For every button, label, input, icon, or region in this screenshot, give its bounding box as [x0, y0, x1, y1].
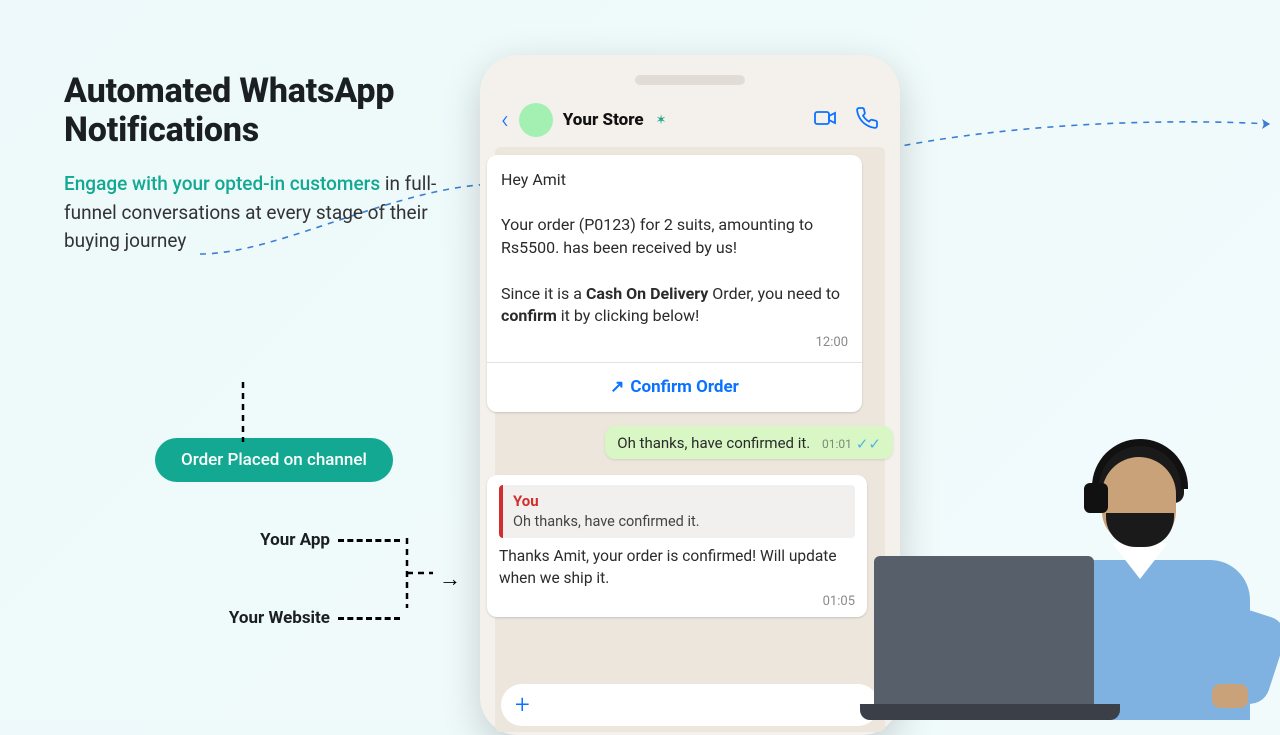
title-line-1: Automated WhatsApp: [64, 71, 394, 111]
laptop-icon: [860, 555, 1120, 720]
chat-title[interactable]: Your Store: [563, 110, 644, 130]
msg-out-text: Oh thanks, have confirmed it.: [617, 434, 810, 452]
msg-out-timestamp: 01:01: [822, 437, 852, 451]
attach-icon[interactable]: +: [515, 690, 530, 720]
msg1-timestamp: 12:00: [501, 334, 848, 352]
back-icon[interactable]: ‹: [501, 105, 509, 135]
connector-to-arrow: [407, 568, 443, 578]
quote-text: Oh thanks, have confirmed it.: [513, 512, 845, 532]
arrow-right-icon: →: [439, 566, 461, 592]
confirm-order-button[interactable]: ↗Confirm Order: [487, 362, 862, 411]
reply-timestamp: 01:05: [499, 593, 855, 611]
phone-mockup: ‹ Your Store ✶ Hey Amit Your order (P012…: [480, 55, 900, 735]
msg1-greeting: Hey Amit: [501, 169, 848, 192]
agent-illustration: [910, 410, 1280, 720]
video-call-icon[interactable]: [813, 106, 837, 134]
hero-text-block: Automated WhatsApp Notifications Engage …: [64, 72, 484, 256]
connector-down: [238, 382, 248, 442]
chat-body: Hey Amit Your order (P0123) for 2 suits,…: [495, 147, 885, 732]
incoming-message-1: Hey Amit Your order (P0123) for 2 suits,…: [487, 155, 862, 412]
quoted-message: You Oh thanks, have confirmed it.: [499, 485, 855, 538]
verified-badge-icon: ✶: [656, 113, 667, 128]
msg1-paragraph-2: Since it is a Cash On Delivery Order, yo…: [501, 283, 848, 328]
channel-web-label: Your Website: [155, 608, 330, 628]
read-receipt-icon: ✓✓: [856, 435, 881, 453]
chat-header: ‹ Your Store ✶: [495, 103, 885, 147]
title-line-2: Notifications: [64, 110, 259, 150]
phone-speaker: [635, 75, 745, 85]
quote-author: You: [513, 491, 845, 512]
subtitle-highlight: Engage with your opted-in customers: [64, 172, 380, 195]
msg1-paragraph-1: Your order (P0123) for 2 suits, amountin…: [501, 214, 848, 259]
page-title: Automated WhatsApp Notifications: [64, 72, 484, 150]
order-placed-pill: Order Placed on channel: [155, 438, 393, 482]
page-subtitle: Engage with your opted-in customers in f…: [64, 170, 484, 256]
reply-body: Thanks Amit, your order is confirmed! Wi…: [499, 546, 855, 589]
connector-app: [338, 539, 400, 542]
voice-call-icon[interactable]: [855, 106, 879, 134]
incoming-message-reply: You Oh thanks, have confirmed it. Thanks…: [487, 475, 867, 618]
external-link-icon: ↗: [610, 377, 624, 397]
avatar[interactable]: [519, 103, 553, 137]
connector-web: [338, 617, 400, 620]
outgoing-message: Oh thanks, have confirmed it. 01:01 ✓✓: [605, 426, 893, 459]
channel-diagram: Order Placed on channel → Your App Your …: [155, 438, 485, 628]
channel-app-label: Your App: [155, 530, 330, 550]
